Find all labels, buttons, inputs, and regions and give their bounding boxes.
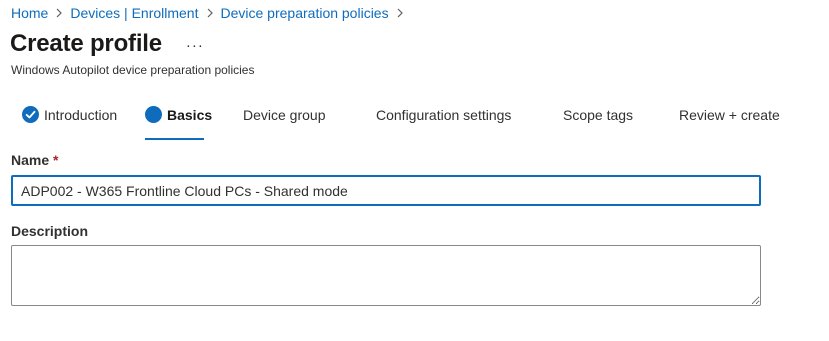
chevron-right-icon bbox=[206, 8, 214, 18]
tab-configuration-settings-label: Configuration settings bbox=[376, 107, 512, 123]
wizard-tabs: Introduction Basics Device group Configu… bbox=[0, 104, 829, 140]
tab-device-group-label: Device group bbox=[243, 107, 326, 123]
page-subtitle: Windows Autopilot device preparation pol… bbox=[11, 63, 255, 77]
breadcrumb-device-preparation-policies-link[interactable]: Device preparation policies bbox=[221, 5, 389, 21]
tab-configuration-settings[interactable]: Configuration settings bbox=[376, 104, 511, 140]
name-label-text: Name bbox=[11, 152, 50, 168]
tab-device-group[interactable]: Device group bbox=[243, 104, 326, 140]
chevron-right-icon bbox=[396, 8, 404, 18]
tab-basics[interactable]: Basics bbox=[145, 104, 212, 140]
title-row: Create profile ··· bbox=[10, 30, 204, 58]
tab-introduction[interactable]: Introduction bbox=[22, 104, 117, 140]
required-marker: * bbox=[53, 152, 59, 168]
checkmark-circle-icon bbox=[22, 106, 39, 123]
description-textarea[interactable] bbox=[11, 245, 761, 306]
description-label: Description bbox=[11, 223, 89, 239]
chevron-right-icon bbox=[55, 8, 63, 18]
active-tab-indicator bbox=[145, 138, 204, 140]
breadcrumb-home-link[interactable]: Home bbox=[11, 5, 48, 21]
tab-review-create-label: Review + create bbox=[679, 107, 780, 123]
tab-review-create[interactable]: Review + create bbox=[679, 104, 780, 140]
breadcrumb: Home Devices | Enrollment Device prepara… bbox=[11, 4, 411, 22]
breadcrumb-devices-enrollment-link[interactable]: Devices | Enrollment bbox=[70, 5, 198, 21]
name-label: Name * bbox=[11, 152, 58, 168]
tab-introduction-label: Introduction bbox=[44, 107, 118, 123]
tab-scope-tags[interactable]: Scope tags bbox=[563, 104, 633, 140]
tab-scope-tags-label: Scope tags bbox=[563, 107, 634, 123]
page-title: Create profile bbox=[10, 30, 162, 57]
tab-basics-label: Basics bbox=[167, 107, 213, 123]
more-ellipsis-icon[interactable]: ··· bbox=[186, 38, 204, 53]
name-input[interactable] bbox=[11, 175, 761, 206]
filled-circle-icon bbox=[145, 106, 162, 123]
